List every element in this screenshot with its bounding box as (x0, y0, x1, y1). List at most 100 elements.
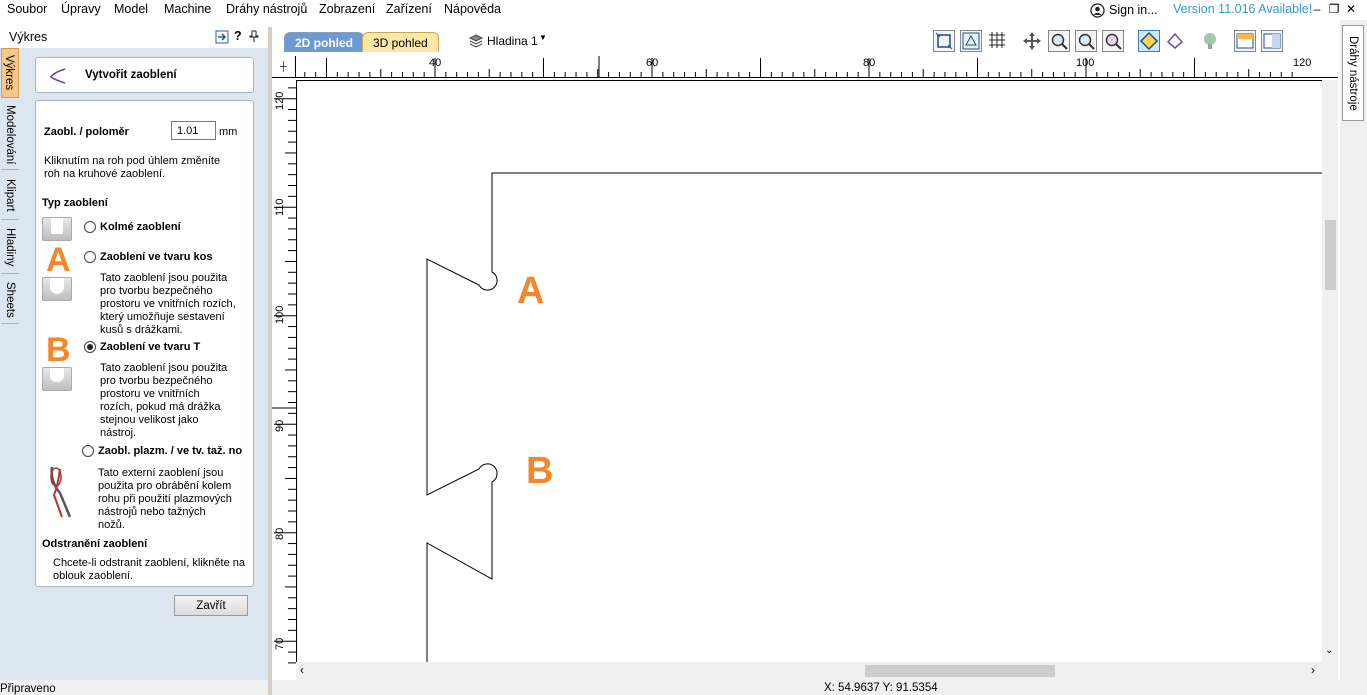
ruler-left-label: 110 (274, 198, 286, 216)
tab-2d-view[interactable]: 2D pohled (284, 32, 365, 52)
annotation-a-panel: A (46, 241, 71, 279)
tab-vykres[interactable]: Výkres (1, 48, 19, 98)
zoom-in-icon[interactable] (1048, 30, 1070, 52)
scroll-down-icon[interactable]: ⌄ (1325, 645, 1333, 656)
menu-machine[interactable]: Machine (164, 2, 211, 16)
panel-header: Výkres ? (0, 27, 268, 48)
scroll-right-icon[interactable]: › (1311, 663, 1315, 677)
layer-icon (468, 34, 484, 48)
restore-icon[interactable]: ❐ (1327, 1, 1341, 17)
tab-klipart[interactable]: Klipart (1, 172, 19, 220)
pan-icon[interactable] (1021, 30, 1043, 52)
drawing-canvas[interactable]: A B (296, 80, 1322, 662)
menu-model[interactable]: Model (114, 2, 148, 16)
plasma-fillet-icon (50, 466, 72, 518)
panel-body: Zaobl. / poloměr mm Kliknutím na roh pod… (35, 100, 254, 587)
ruler-left-label: 100 (274, 306, 286, 324)
hint-line-2: roh na kruhové zaoblení. (44, 168, 166, 180)
user-icon (1090, 2, 1105, 18)
radius-unit: mm (219, 126, 238, 138)
menu-drahy[interactable]: Dráhy nástrojů (226, 2, 307, 16)
vertical-scroll-thumb[interactable] (1325, 220, 1336, 290)
kos-desc-5: kusů s drážkami. (100, 324, 183, 336)
menu-soubor[interactable]: Soubor (7, 2, 47, 16)
annotation-b-panel: B (46, 331, 71, 369)
render-icon[interactable] (1200, 30, 1222, 52)
tab-drahy-nastroje[interactable]: Dráhy nástroje (1342, 25, 1364, 121)
split-view-icon[interactable] (1261, 30, 1283, 52)
close-icon[interactable]: ✕ (1344, 1, 1358, 17)
ruler-origin-icon[interactable]: ┼ (272, 56, 296, 78)
view-selection-icon[interactable] (960, 30, 982, 52)
view-toolbar: 2D pohled 3D pohled Hladina 1 ▼ (272, 27, 1340, 56)
version-link[interactable]: Version 11.016 Available! (1173, 2, 1312, 16)
panel-header-title: Výkres (9, 30, 48, 44)
radius-input[interactable] (171, 121, 216, 140)
fillet-panel: Vytvořit zaoblení Zaobl. / poloměr mm Kl… (20, 48, 268, 690)
left-vertical-tabs: Výkres Modelování Klipart Hladiny Sheets (0, 48, 20, 695)
radio-kolme[interactable] (84, 221, 96, 233)
tab-hladiny[interactable]: Hladiny (1, 222, 19, 274)
tab-modelovani[interactable]: Modelování (1, 100, 19, 170)
status-ready: Připraveno (0, 683, 56, 695)
menu-zobrazeni[interactable]: Zobrazení (319, 2, 375, 16)
snap-icon[interactable] (1138, 30, 1160, 52)
ruler-top-label: 40 (429, 57, 441, 69)
option-t-label: Zaoblení ve tvaru T (100, 341, 201, 353)
remove-text-2: oblouk zaoblení. (53, 570, 134, 582)
menu-zarizeni[interactable]: Zařízení (386, 2, 432, 16)
tab-3d-view[interactable]: 3D pohled (362, 32, 439, 52)
ruler-left: 120 110 100 90 80 70 (272, 78, 296, 664)
ruler-top-label: 120 (1293, 57, 1311, 69)
t-desc-1: Tato zaoblení jsou použita (100, 362, 228, 374)
sign-in-button[interactable]: Sign in... (1090, 1, 1158, 19)
radio-plasma[interactable] (82, 445, 94, 457)
layer-select[interactable]: Hladina 1 (487, 34, 538, 48)
zoom-out-icon[interactable] (1075, 30, 1097, 52)
plasma-desc-3: rohu při použití plazmových (98, 493, 232, 505)
ruler-left-label: 80 (274, 528, 286, 540)
t-desc-2: pro tvorbu bezpečného (100, 375, 213, 387)
right-tab-strip: Dráhy nástroje (1340, 20, 1367, 695)
vertical-scrollbar[interactable]: ⌄ (1322, 80, 1338, 662)
option-kolme-label: Kolmé zaoblení (100, 221, 181, 233)
toolpath-icon[interactable] (1165, 30, 1187, 52)
panel-title: Vytvořit zaoblení (85, 69, 177, 81)
t-desc-3: prostoru ve vnitřních (100, 388, 200, 400)
zoom-to-fit-icon[interactable] (933, 30, 955, 52)
fillet-tool-icon (49, 68, 66, 84)
zoom-box-icon[interactable] (1102, 30, 1124, 52)
status-bar: X: 54.9637 Y: 91.5354 (272, 680, 1367, 695)
ruler-top-label: 80 (863, 57, 875, 69)
radio-kos[interactable] (84, 251, 96, 263)
dock-icon[interactable] (215, 30, 229, 44)
menu-upravy[interactable]: Úpravy (61, 2, 101, 16)
layout-icon[interactable] (1234, 30, 1256, 52)
option-kos-label: Zaoblení ve tvaru kos (100, 251, 213, 263)
close-button[interactable]: Zavřít (174, 595, 248, 616)
menu-napoveda[interactable]: Nápověda (444, 2, 501, 16)
t-desc-6: nástroj. (100, 427, 137, 439)
minimize-icon[interactable]: – (1310, 1, 1324, 17)
plasma-desc-5: nožů. (98, 519, 125, 531)
chevron-down-icon[interactable]: ▼ (539, 33, 547, 42)
grid-icon[interactable] (987, 30, 1009, 52)
radius-label: Zaobl. / poloměr (44, 126, 129, 138)
part-outline[interactable] (426, 172, 1322, 662)
scroll-left-icon[interactable]: ‹ (300, 663, 304, 677)
pin-icon[interactable] (249, 30, 259, 43)
remove-text-1: Chcete-li odstranit zaoblení, klikněte n… (53, 557, 245, 569)
kos-desc-2: pro tvorbu bezpečného (100, 285, 213, 297)
horizontal-scroll-thumb[interactable] (865, 665, 1055, 677)
tab-sheets[interactable]: Sheets (1, 276, 19, 324)
ruler-left-label: 70 (274, 638, 286, 650)
remove-heading: Odstranění zaoblení (42, 538, 148, 550)
plasma-desc-1: Tato externí zaoblení jsou (98, 467, 224, 479)
kos-desc-3: prostoru ve vnitřních rozích, (100, 298, 236, 310)
menu-bar: Soubor Úpravy Model Machine Dráhy nástro… (0, 0, 1367, 20)
sign-in-label: Sign in... (1109, 3, 1158, 17)
t-desc-5: stejnou velikost jako (100, 414, 199, 426)
help-icon[interactable]: ? (234, 29, 242, 43)
radio-t[interactable] (84, 341, 96, 353)
horizontal-scrollbar[interactable]: ‹ › (296, 662, 1338, 680)
